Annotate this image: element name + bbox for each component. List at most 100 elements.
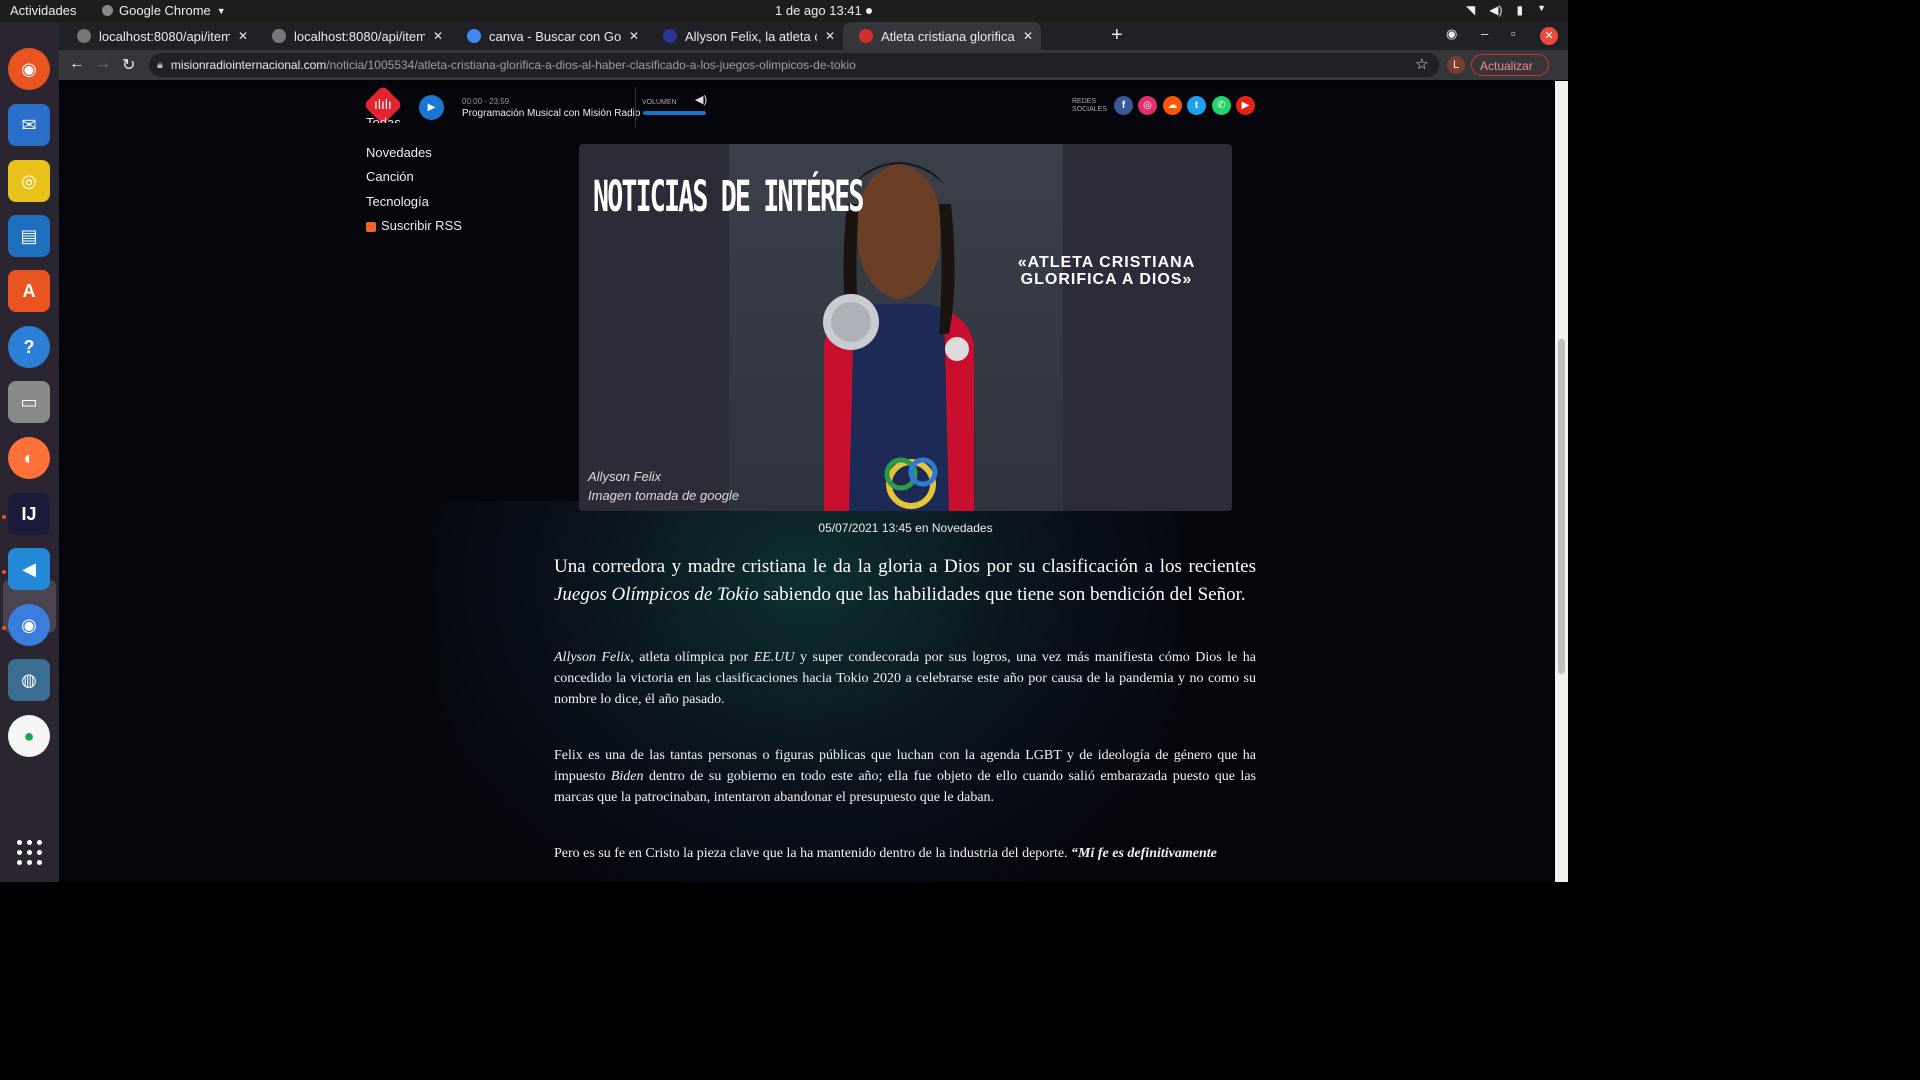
- restore-icon[interactable]: ▫: [1511, 26, 1516, 41]
- article-hero-image: NOTICIAS DE INTÉRES «ATLETA CRISTIANA GL…: [579, 144, 1232, 511]
- chrome-icon[interactable]: ◉: [8, 604, 50, 646]
- ubuntu-logo-icon[interactable]: ◉: [8, 48, 50, 90]
- app-menu[interactable]: Google Chrome ▼: [102, 3, 226, 18]
- hero-caption: Allyson Felix Imagen tomada de google: [588, 467, 739, 505]
- para-emphasis: Biden: [610, 769, 644, 784]
- tab-favicon-icon: [272, 29, 286, 43]
- chrome-small-icon: [102, 5, 113, 16]
- firefox-icon[interactable]: ◐: [8, 437, 50, 479]
- close-tab-icon[interactable]: ✕: [629, 29, 639, 43]
- profile-avatar[interactable]: L: [1447, 56, 1465, 74]
- system-tray[interactable]: ◥ ◀) ▮ ▼: [1466, 3, 1546, 17]
- lead-text: sabiendo que las habilidades que tiene s…: [758, 584, 1246, 605]
- thunderbird-icon[interactable]: ✉: [8, 104, 50, 146]
- bookmark-star-icon[interactable]: ☆: [1415, 55, 1428, 73]
- rss-link[interactable]: Suscribir RSS: [366, 218, 462, 233]
- page-scrollbar[interactable]: [1555, 81, 1568, 882]
- close-tab-icon[interactable]: ✕: [433, 29, 443, 43]
- para-text: , atleta olímpica por: [630, 650, 754, 665]
- article-paragraph-1: Allyson Felix, atleta olímpica por EE.UU…: [554, 647, 1256, 710]
- youtube-icon[interactable]: ▶: [1236, 96, 1255, 115]
- play-button[interactable]: ▶: [419, 95, 444, 120]
- back-icon[interactable]: ←: [69, 55, 85, 73]
- social-label-line: SOCIALES: [1072, 106, 1108, 113]
- menu-item-novedades[interactable]: Novedades: [366, 145, 432, 160]
- chevron-down-icon: ▼: [1537, 3, 1546, 13]
- address-bar[interactable]: 🔒︎ misionradiointernacional.com/noticia/…: [149, 53, 1439, 77]
- menu-item-cancion[interactable]: Canción: [366, 169, 414, 184]
- close-window-icon[interactable]: ✕: [1540, 27, 1558, 45]
- soundcloud-icon[interactable]: ☁: [1163, 96, 1182, 115]
- forward-icon[interactable]: →: [95, 55, 111, 73]
- notification-dot-icon: [866, 8, 872, 14]
- tab-5-active[interactable]: Atleta cristiana glorifica a ✕: [843, 22, 1041, 50]
- running-indicator: [2, 626, 6, 630]
- program-time: 00:00 - 23:59: [462, 97, 510, 106]
- tab-favicon-icon: [77, 29, 91, 43]
- volume-icon[interactable]: ◀): [695, 93, 707, 106]
- soundwave-icon: ılılı: [374, 96, 392, 112]
- tab-1[interactable]: localhost:8080/api/itemP ✕: [61, 22, 256, 50]
- files-icon[interactable]: ▭: [8, 381, 50, 423]
- article-meta: 05/07/2021 13:45 en Novedades: [818, 521, 993, 535]
- tab-title: canva - Buscar con Google: [489, 28, 621, 44]
- clock[interactable]: 1 de ago 13:41: [775, 3, 862, 18]
- rhythmbox-icon[interactable]: ◎: [8, 160, 50, 202]
- caption-line: Allyson Felix: [588, 469, 661, 484]
- running-indicator: [2, 515, 6, 519]
- writer-icon[interactable]: ▤: [8, 215, 50, 257]
- intellij-icon[interactable]: IJ: [8, 493, 50, 535]
- close-tab-icon[interactable]: ✕: [825, 29, 835, 43]
- new-tab-button[interactable]: +: [1111, 24, 1123, 47]
- article-paragraph-2: Felix es una de las tantas personas o fi…: [554, 745, 1256, 808]
- running-indicator: [2, 570, 6, 574]
- para-emphasis: “Mi fe es definitivamente: [1071, 846, 1217, 861]
- facebook-icon[interactable]: f: [1114, 96, 1133, 115]
- tab-2[interactable]: localhost:8080/api/itemP ✕: [256, 22, 451, 50]
- menu-item-partial[interactable]: Todas: [366, 115, 401, 123]
- close-tab-icon[interactable]: ✕: [238, 29, 248, 43]
- dock: ◉ ✉ ◎ ▤ A? ▭ ◐ IJ ◀ ◉ ◍ ●: [0, 22, 59, 882]
- tab-4[interactable]: Allyson Felix, la atleta olím ✕: [647, 22, 843, 50]
- social-label: REDES SOCIALES: [1072, 98, 1107, 114]
- mongodb-compass-icon[interactable]: ●: [8, 715, 50, 757]
- tab-search-icon[interactable]: ◉: [1446, 26, 1457, 42]
- instagram-icon[interactable]: ◎: [1138, 96, 1157, 115]
- tab-title: Atleta cristiana glorifica a: [881, 28, 1015, 44]
- para-text: dentro de su gobierno en todo este año; …: [554, 769, 1256, 805]
- software-center-icon[interactable]: A: [8, 270, 50, 312]
- tab-3[interactable]: canva - Buscar con Google ✕: [451, 22, 647, 50]
- divider: [635, 87, 636, 127]
- para-emphasis: Allyson Felix: [554, 650, 631, 665]
- minimize-icon[interactable]: –: [1481, 26, 1488, 41]
- pgadmin-icon[interactable]: ◍: [8, 659, 50, 701]
- tab-title: localhost:8080/api/itemP: [99, 28, 230, 44]
- web-page: ılılı ▶ 00:00 - 23:59 Programación Music…: [59, 81, 1555, 882]
- tab-favicon-icon: [859, 29, 873, 43]
- caption-line: Imagen tomada de google: [588, 488, 740, 503]
- lock-icon[interactable]: 🔒︎: [157, 59, 163, 72]
- google-favicon-icon: [467, 29, 481, 43]
- app-name: Google Chrome: [119, 3, 211, 18]
- scrollbar-thumb[interactable]: [1558, 339, 1565, 674]
- menu-item-tecnologia[interactable]: Tecnología: [366, 194, 429, 209]
- help-icon[interactable]: ?: [8, 326, 50, 368]
- close-tab-icon[interactable]: ✕: [1023, 29, 1033, 43]
- update-label: Actualizar: [1480, 59, 1533, 73]
- article-paragraph-3: Pero es su fe en Cristo la pieza clave q…: [554, 843, 1256, 864]
- whatsapp-icon[interactable]: ✆: [1212, 96, 1231, 115]
- reload-icon[interactable]: ↻: [122, 55, 135, 75]
- browser-toolbar: ← → ↻ 🔒︎ misionradiointernacional.com/no…: [59, 50, 1568, 95]
- update-button[interactable]: Actualizar ⋮: [1471, 54, 1549, 95]
- show-applications-icon[interactable]: [17, 840, 43, 866]
- volume-icon: ◀): [1489, 3, 1503, 17]
- twitter-icon[interactable]: t: [1187, 96, 1206, 115]
- hero-quote: «ATLETA CRISTIANA GLORIFICA A DIOS»: [1017, 254, 1196, 288]
- vscode-icon[interactable]: ◀: [8, 548, 50, 590]
- rss-icon: [366, 221, 376, 232]
- para-text: Pero es su fe en Cristo la pieza clave q…: [554, 846, 1072, 861]
- radio-player-bar: ılılı ▶ 00:00 - 23:59 Programación Music…: [59, 81, 1555, 131]
- volume-slider[interactable]: [643, 111, 706, 115]
- activities-button[interactable]: Actividades: [10, 3, 76, 18]
- wifi-icon: ◥: [1466, 3, 1476, 17]
